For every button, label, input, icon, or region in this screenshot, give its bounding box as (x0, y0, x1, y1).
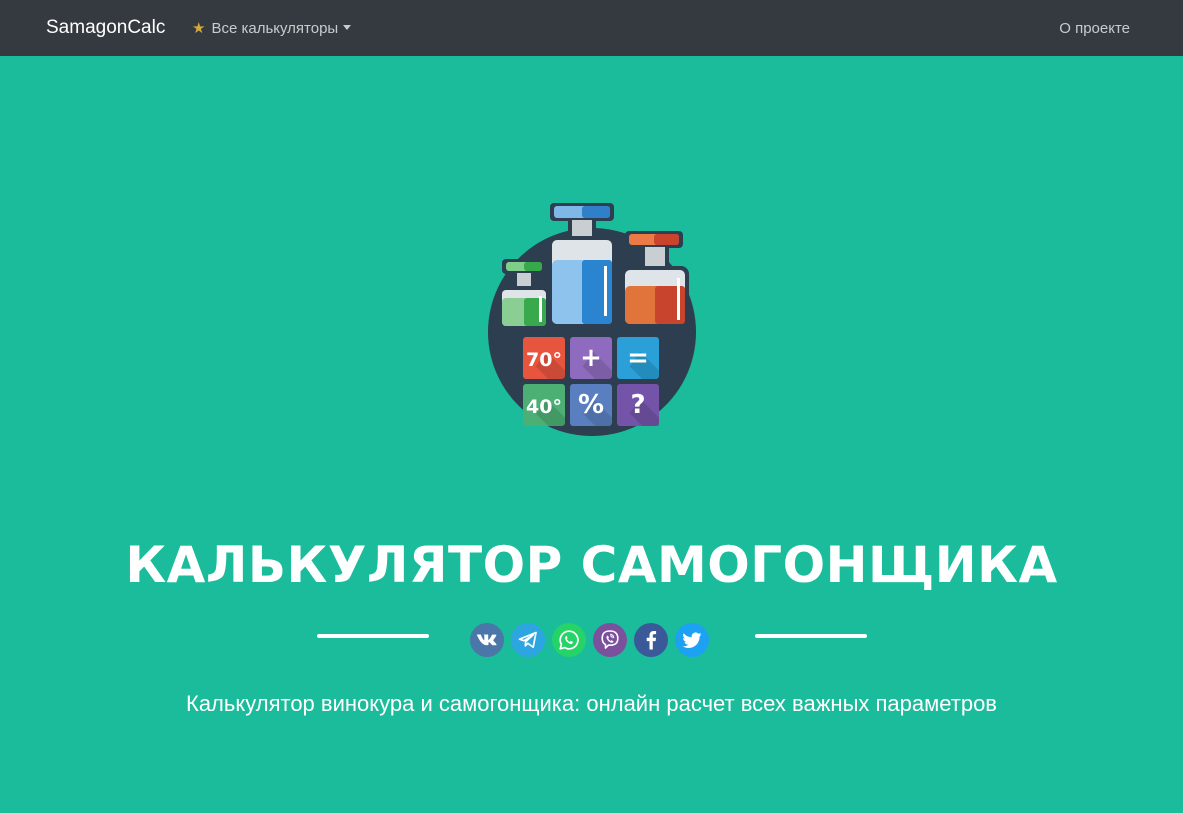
share-telegram-button[interactable] (511, 623, 545, 657)
green-bottle (498, 259, 550, 330)
logo-tile: % (570, 384, 612, 426)
viber-icon (601, 630, 619, 649)
share-buttons (470, 623, 709, 657)
page-subtitle: Калькулятор винокура и самогонщика: онла… (186, 691, 997, 716)
share-viber-button[interactable] (593, 623, 627, 657)
logo-tile-label: % (578, 390, 604, 420)
share-vk-button[interactable] (470, 623, 504, 657)
twitter-icon (682, 632, 702, 648)
logo-tile-label: 70° (526, 349, 562, 371)
logo-tile-label: + (580, 343, 602, 373)
all-calculators-dropdown[interactable]: ★ Все калькуляторы (192, 19, 352, 38)
share-facebook-button[interactable] (634, 623, 668, 657)
logo-tile: + (570, 337, 612, 379)
caret-down-icon (343, 25, 352, 30)
blue-bottle (548, 203, 616, 328)
share-twitter-button[interactable] (675, 623, 709, 657)
star-icon: ★ (192, 20, 206, 37)
logo-tile: ? (617, 384, 659, 426)
calculator-logo: 70° + = 40°%? (488, 203, 696, 436)
navbar: SamagonCalc ★ Все калькуляторы О проекте (0, 0, 1183, 56)
about-link[interactable]: О проекте (1059, 19, 1130, 38)
facebook-icon (646, 631, 657, 650)
logo-tile: 70° (523, 337, 565, 379)
all-calculators-label: Все калькуляторы (211, 20, 339, 37)
logo-tile: 40° (523, 384, 565, 426)
logo-tile-label: ? (630, 390, 645, 420)
logo-tile: = (617, 337, 659, 379)
page-title: КАЛЬКУЛЯТОР САМОГОНЩИКА (125, 536, 1058, 594)
logo-tile-label: 40° (526, 396, 562, 418)
logo-tile-label: = (627, 343, 649, 373)
whatsapp-icon (559, 630, 579, 650)
divider-right (755, 634, 867, 638)
telegram-icon (518, 631, 537, 649)
brand-link[interactable]: SamagonCalc (46, 17, 165, 39)
divider-left (317, 634, 429, 638)
orange-bottle (621, 231, 689, 328)
vk-icon (476, 634, 497, 646)
share-whatsapp-button[interactable] (552, 623, 586, 657)
